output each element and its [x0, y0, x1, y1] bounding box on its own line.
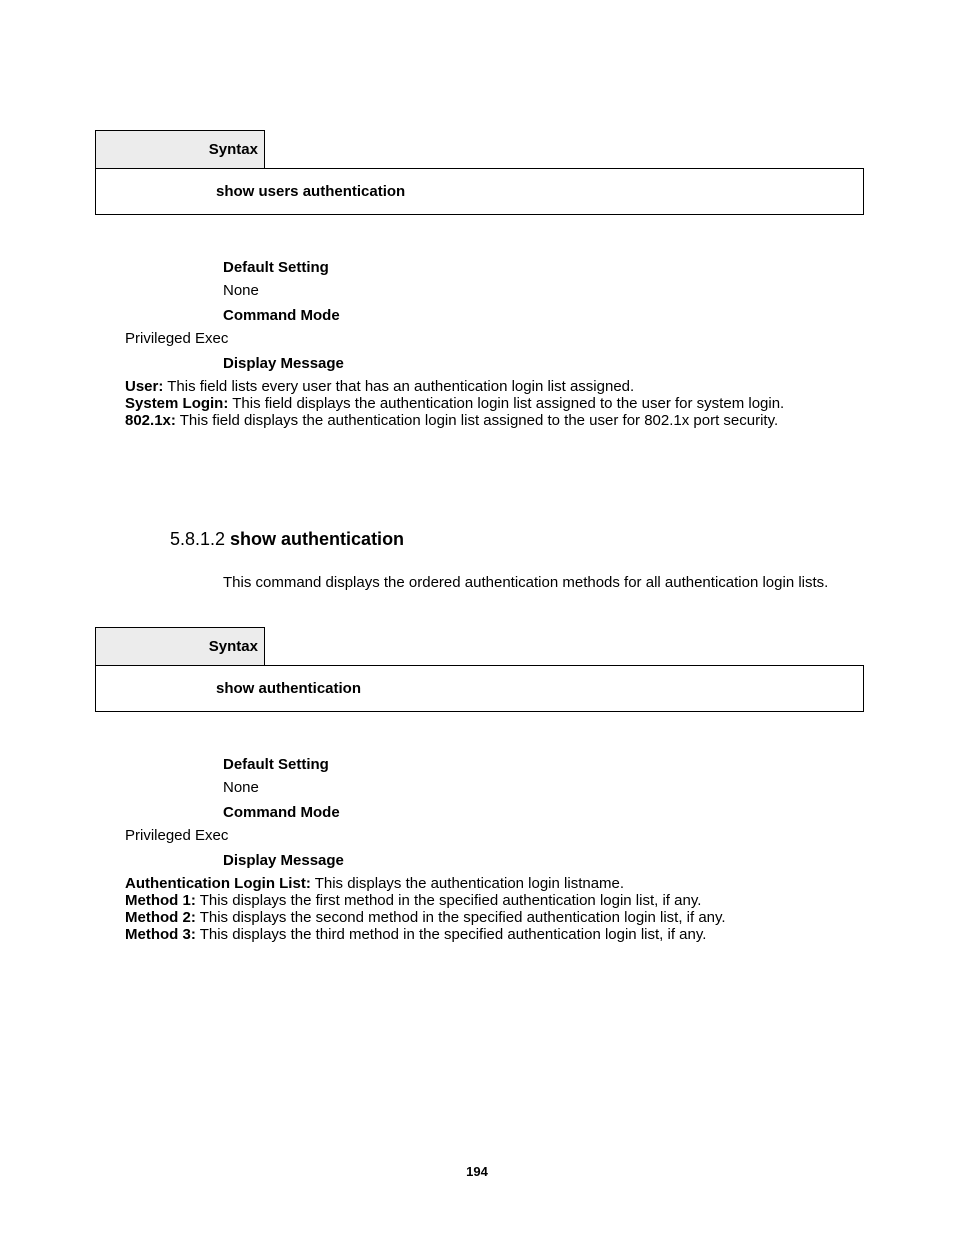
default-setting-label: Default Setting — [223, 259, 864, 276]
syntax-label-box-2: Syntax — [95, 627, 265, 665]
field-user-desc: This field lists every user that has an … — [163, 378, 634, 395]
syntax-command-box-2: show authentication — [95, 665, 864, 712]
default-setting-value: None — [223, 282, 864, 299]
field-system-login-desc: This field displays the authentication l… — [228, 395, 784, 412]
field-auth-login-list: Authentication Login List: This displays… — [125, 875, 864, 892]
field-method-2-desc: This displays the second method in the s… — [196, 909, 726, 926]
default-setting-label-2: Default Setting — [223, 756, 864, 773]
section-description: This command displays the ordered authen… — [223, 574, 864, 591]
field-method-2: Method 2: This displays the second metho… — [125, 909, 864, 926]
field-8021x-desc: This field displays the authentication l… — [176, 412, 778, 429]
field-method-1: Method 1: This displays the first method… — [125, 892, 864, 909]
section-number: 5.8.1.2 — [170, 529, 230, 549]
field-system-login: System Login: This field displays the au… — [125, 395, 864, 412]
field-system-login-name: System Login: — [125, 395, 228, 412]
command-mode-value: Privileged Exec — [125, 330, 864, 347]
syntax-label-box: Syntax — [95, 130, 265, 168]
display-message-label: Display Message — [223, 355, 864, 372]
field-8021x: 802.1x: This field displays the authenti… — [125, 412, 864, 429]
command-mode-label: Command Mode — [223, 307, 864, 324]
field-method-2-name: Method 2: — [125, 909, 196, 926]
command-mode-label-2: Command Mode — [223, 804, 864, 821]
field-8021x-name: 802.1x: — [125, 412, 176, 429]
field-method-3-name: Method 3: — [125, 926, 196, 943]
field-auth-login-list-name: Authentication Login List: — [125, 875, 311, 892]
field-auth-login-list-desc: This displays the authentication login l… — [311, 875, 624, 892]
field-method-3: Method 3: This displays the third method… — [125, 926, 864, 943]
field-user-name: User: — [125, 378, 163, 395]
field-user: User: This field lists every user that h… — [125, 378, 864, 395]
page-number: 194 — [0, 1164, 954, 1179]
section-title: show authentication — [230, 529, 404, 549]
field-method-1-desc: This displays the first method in the sp… — [196, 892, 702, 909]
display-message-label-2: Display Message — [223, 852, 864, 869]
command-mode-value-2: Privileged Exec — [125, 827, 864, 844]
field-method-1-name: Method 1: — [125, 892, 196, 909]
default-setting-value-2: None — [223, 779, 864, 796]
field-method-3-desc: This displays the third method in the sp… — [196, 926, 707, 943]
syntax-command-box: show users authentication — [95, 168, 864, 215]
section-heading: 5.8.1.2 show authentication — [170, 529, 864, 550]
